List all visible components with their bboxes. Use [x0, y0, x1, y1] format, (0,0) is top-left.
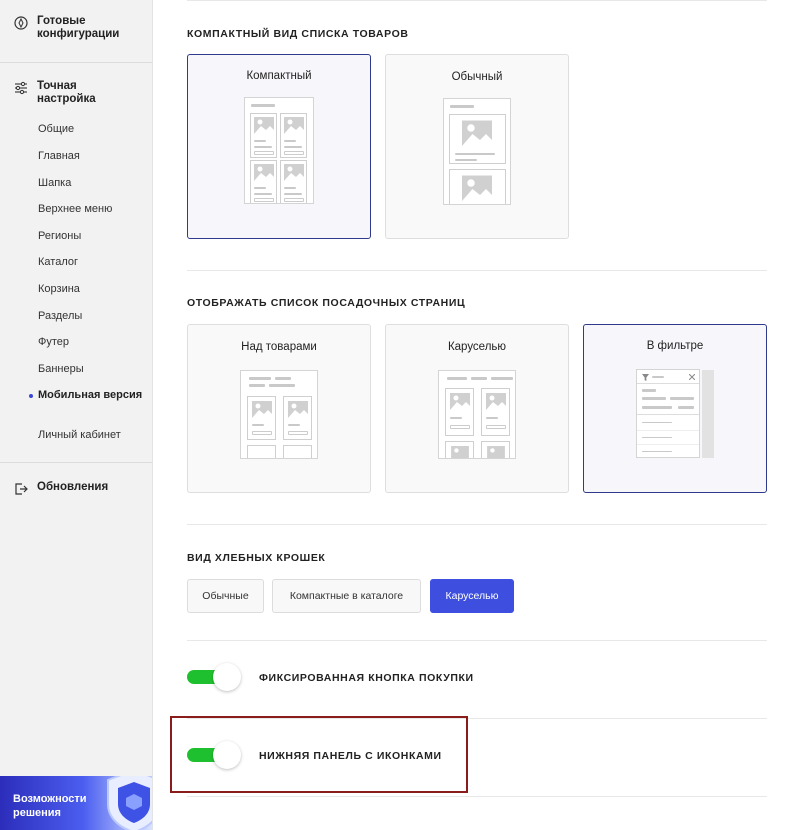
landing-title: ОТОБРАЖАТЬ СПИСОК ПОСАДОЧНЫХ СТРАНИЦ [187, 297, 466, 309]
promo-text: Возможности решения [13, 793, 87, 819]
option-in-filter[interactable]: В фильтре [583, 324, 767, 493]
regular-preview [443, 98, 511, 205]
sidebar-fine-tuning[interactable]: Точная настройка [14, 80, 137, 106]
sidebar-item-account[interactable]: Личный кабинет [38, 429, 148, 442]
sidebar-item-regions[interactable]: Регионы [38, 230, 148, 243]
highlight-box [170, 716, 468, 793]
section-divider [187, 0, 767, 1]
breadcrumbs-regular-button[interactable]: Обычные [187, 579, 264, 613]
promo-banner[interactable]: Возможности решения [0, 776, 152, 830]
breadcrumbs-carousel-button[interactable]: Каруселью [430, 579, 514, 613]
sidebar-item-home[interactable]: Главная [38, 150, 148, 163]
sidebar-item-sections[interactable]: Разделы [38, 310, 148, 323]
sidebar-item-footer[interactable]: Футер [38, 336, 148, 349]
above-products-preview [240, 370, 318, 459]
sidebar-item-header[interactable]: Шапка [38, 177, 148, 190]
breadcrumbs-compact-button[interactable]: Компактные в каталоге [272, 579, 421, 613]
main-content: КОМПАКТНЫЙ ВИД СПИСКА ТОВАРОВ Компактный [153, 0, 787, 830]
sidebar-divider [0, 62, 152, 63]
shield-logo-icon [107, 776, 152, 830]
breadcrumbs-title: ВИД ХЛЕБНЫХ КРОШЕК [187, 552, 326, 564]
filter-icon [642, 374, 649, 381]
option-compact[interactable]: Компактный [187, 54, 371, 239]
sidebar-item-general[interactable]: Общие [38, 123, 148, 136]
option-regular-label: Обычный [451, 71, 503, 83]
sidebar-ready-configs-label: Готовые конфигурации [37, 15, 120, 40]
fixed-buy-button-label: ФИКСИРОВАННАЯ КНОПКА ПОКУПКИ [259, 672, 474, 684]
sliders-icon [15, 81, 27, 95]
list-view-title: КОМПАКТНЫЙ ВИД СПИСКА ТОВАРОВ [187, 28, 409, 40]
sidebar-item-top-menu[interactable]: Верхнее меню [38, 203, 148, 216]
option-above-products-label: Над товарами [241, 341, 317, 353]
sidebar-divider [0, 462, 152, 463]
exit-icon [15, 483, 28, 495]
section-divider [187, 524, 767, 525]
compact-preview [244, 97, 314, 204]
carousel-preview [438, 370, 516, 459]
sidebar-updates-label: Обновления [37, 481, 109, 493]
option-regular[interactable]: Обычный [385, 54, 569, 239]
configs-icon [14, 16, 28, 30]
option-above-products[interactable]: Над товарами [187, 324, 371, 493]
section-divider [187, 270, 767, 271]
option-in-filter-label: В фильтре [646, 340, 704, 352]
sidebar-item-catalog[interactable]: Каталог [38, 256, 148, 269]
sidebar-item-mobile[interactable]: Мобильная версия [38, 389, 148, 402]
active-indicator-dot [29, 394, 33, 398]
close-icon [689, 374, 695, 380]
option-carousel-label: Каруселью [447, 341, 507, 353]
sidebar-item-banners[interactable]: Баннеры [38, 363, 148, 376]
sidebar-updates[interactable]: Обновления [14, 481, 137, 496]
fixed-buy-button-toggle[interactable] [187, 663, 243, 691]
sidebar-ready-configs[interactable]: Готовые конфигурации [14, 15, 137, 41]
sidebar: Готовые конфигурации Точная настройка Об… [0, 0, 153, 830]
sidebar-item-cart[interactable]: Корзина [38, 283, 148, 296]
option-carousel[interactable]: Каруселью [385, 324, 569, 493]
filter-preview-scrollbar [702, 370, 714, 458]
section-divider [187, 640, 767, 641]
section-divider [187, 796, 767, 797]
in-filter-preview [636, 369, 700, 458]
sidebar-fine-tuning-label: Точная настройка [37, 80, 96, 105]
option-compact-label: Компактный [246, 70, 312, 82]
toggle-knob [213, 663, 241, 691]
